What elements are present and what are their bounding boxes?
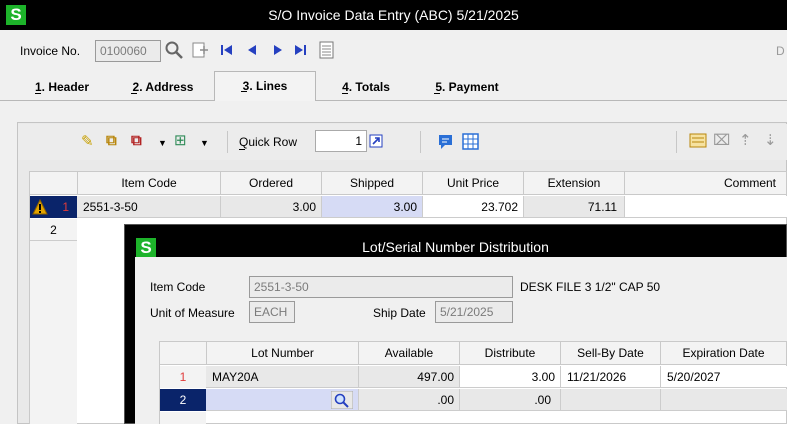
tab-address-label: 2. Address (132, 80, 194, 94)
quick-row-label: Quick Row (239, 135, 298, 149)
lot-row-selector-1[interactable]: 1 (160, 366, 206, 388)
warning-icon (32, 199, 48, 215)
col-header-ordered[interactable]: Ordered (220, 171, 322, 195)
col-header-sell-by[interactable]: Sell-By Date (560, 341, 661, 365)
move-down-icon[interactable]: ⇣ (764, 132, 777, 150)
goto-row-icon[interactable] (368, 133, 386, 151)
invoice-no-label: Invoice No. (20, 44, 81, 58)
memo-icon[interactable] (437, 133, 455, 151)
col-header-shipped[interactable]: Shipped (321, 171, 423, 195)
invoice-no-field[interactable]: 0100060 (95, 40, 161, 62)
tab-address[interactable]: 2. Address (124, 74, 202, 100)
ship-date-label: Ship Date (373, 306, 426, 320)
truncated-label: D (776, 44, 785, 58)
insert-row-icon[interactable] (688, 131, 710, 151)
lot-cell-expiration: 5/20/2027 (660, 366, 787, 388)
pencil-icon[interactable]: ✎ (81, 133, 94, 151)
ship-date-field: 5/21/2025 (435, 301, 513, 323)
move-up-icon[interactable]: ⇡ (739, 132, 752, 150)
title-bar: S S/O Invoice Data Entry (ABC) 5/21/2025 (0, 0, 787, 30)
next-record-icon[interactable] (270, 42, 286, 58)
previous-record-icon[interactable] (244, 42, 260, 58)
tab-totals[interactable]: 4. Totals (336, 74, 396, 100)
col-header-expiration[interactable]: Expiration Date (660, 341, 787, 365)
lot-cell-sell-by-2 (560, 389, 661, 411)
grid-corner (29, 171, 78, 195)
row-number: 2 (50, 223, 57, 237)
grid-setup-icon[interactable]: ⊞ (174, 132, 187, 150)
cell-unit-price[interactable]: 23.702 (422, 196, 524, 218)
cell-extension[interactable]: 71.11 (523, 196, 625, 218)
row-number: 1 (62, 200, 69, 214)
cell-comment[interactable] (624, 196, 787, 218)
dialog-title: Lot/Serial Number Distribution (362, 239, 549, 255)
row-selector-2[interactable]: 2 (30, 219, 77, 241)
list-icon[interactable] (319, 41, 335, 59)
tab-header[interactable]: 1. Header (28, 74, 96, 100)
row-selector-1[interactable]: 1 (30, 196, 77, 218)
col-header-extension[interactable]: Extension (523, 171, 625, 195)
app-window: S S/O Invoice Data Entry (ABC) 5/21/2025… (0, 0, 787, 424)
lot-cell-distribute-2[interactable]: .00 (459, 389, 561, 411)
tab-payment[interactable]: 5. Payment (428, 74, 506, 100)
item-description: DESK FILE 3 1/2" CAP 50 (520, 280, 661, 294)
item-code-field: 2551-3-50 (249, 276, 513, 298)
window-title: S/O Invoice Data Entry (ABC) 5/21/2025 (268, 7, 519, 23)
lot-cell-sell-by: 11/21/2026 (560, 366, 661, 388)
quick-row-input[interactable]: 1 (315, 130, 367, 152)
tab-header-label: 1. Header (34, 80, 90, 94)
table-view-icon[interactable] (462, 133, 480, 151)
lot-cell-available: 497.00 (358, 366, 460, 388)
col-header-item-code[interactable]: Item Code (77, 171, 221, 195)
tab-payment-label: 5. Payment (435, 80, 499, 94)
lot-row-selector-2[interactable]: 2 (160, 389, 206, 411)
lot-lookup-icon[interactable] (331, 391, 353, 409)
delete-row-icon[interactable]: ⌧ (713, 132, 730, 150)
lot-cell-distribute[interactable]: 3.00 (459, 366, 561, 388)
lot-cell-available-2: .00 (358, 389, 460, 411)
copy-document-icon[interactable] (191, 41, 211, 61)
uom-field: EACH (249, 301, 295, 323)
col-header-distribute[interactable]: Distribute (459, 341, 561, 365)
first-record-icon[interactable] (219, 42, 235, 58)
binoculars-red-icon[interactable]: ⧉ (131, 132, 142, 150)
tab-lines-label: 3. Lines (242, 79, 288, 93)
binoculars-icon[interactable]: ⧉ (106, 132, 117, 150)
lot-cell-expiration-2 (660, 389, 787, 411)
search-icon[interactable] (164, 40, 186, 60)
lot-grid-corner (159, 341, 207, 365)
cell-ordered[interactable]: 3.00 (220, 196, 322, 218)
tab-totals-label: 4. Totals (342, 80, 390, 94)
cell-shipped[interactable]: 3.00 (321, 196, 423, 218)
col-header-available[interactable]: Available (358, 341, 460, 365)
cell-item-code[interactable]: 2551-3-50 (77, 196, 221, 218)
col-header-lot-number[interactable]: Lot Number (206, 341, 359, 365)
lot-cell-lot[interactable]: MAY20A (206, 366, 359, 388)
last-record-icon[interactable] (292, 42, 308, 58)
dropdown-arrow-2-icon[interactable]: ▼ (200, 134, 209, 152)
uom-label: Unit of Measure (150, 306, 235, 320)
col-header-comment[interactable]: Comment (624, 171, 787, 195)
tab-lines[interactable]: 3. Lines (214, 71, 316, 101)
col-header-unit-price[interactable]: Unit Price (422, 171, 524, 195)
dropdown-arrow-icon[interactable]: ▼ (158, 134, 167, 152)
item-code-label: Item Code (150, 280, 206, 294)
